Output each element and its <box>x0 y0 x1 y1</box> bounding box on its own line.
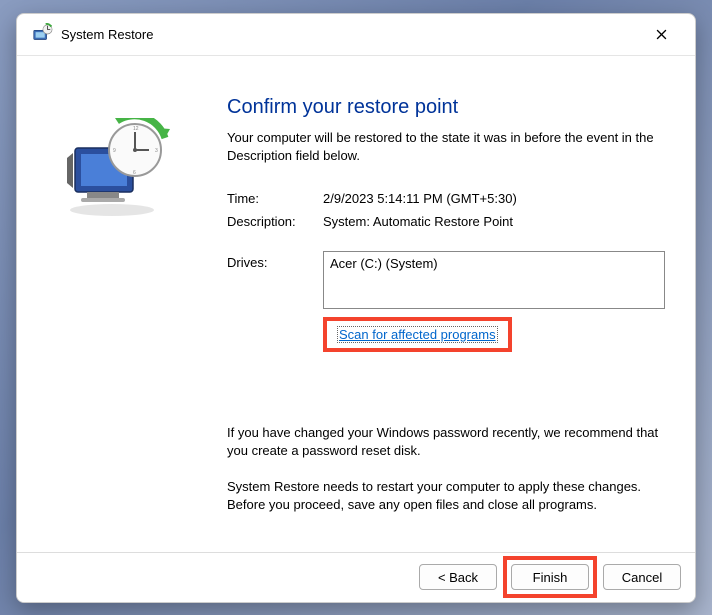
restart-note: System Restore needs to restart your com… <box>227 478 665 514</box>
footer: < Back Finish Cancel <box>17 552 695 602</box>
svg-text:6: 6 <box>133 170 136 176</box>
scan-affected-programs-link[interactable]: Scan for affected programs <box>337 326 498 343</box>
drives-item: Acer (C:) (System) <box>330 256 438 271</box>
description-label: Description: <box>227 214 323 229</box>
sidebar: 12 3 6 9 <box>17 56 217 552</box>
cancel-button[interactable]: Cancel <box>603 564 681 590</box>
svg-text:12: 12 <box>133 126 139 132</box>
time-label: Time: <box>227 191 323 206</box>
system-restore-icon <box>31 23 53 45</box>
back-button[interactable]: < Back <box>419 564 497 590</box>
drives-label: Drives: <box>227 251 323 270</box>
system-restore-window: System Restore <box>16 13 696 603</box>
window-title: System Restore <box>61 27 641 42</box>
drives-listbox[interactable]: Acer (C:) (System) <box>323 251 665 309</box>
password-note: If you have changed your Windows passwor… <box>227 424 665 460</box>
intro-text: Your computer will be restored to the st… <box>227 129 665 165</box>
description-row: Description: System: Automatic Restore P… <box>227 214 665 229</box>
svg-text:3: 3 <box>155 148 158 154</box>
page-heading: Confirm your restore point <box>227 96 665 119</box>
svg-text:9: 9 <box>113 148 116 154</box>
restore-graphic-icon: 12 3 6 9 <box>57 118 177 218</box>
close-button[interactable] <box>641 19 681 49</box>
highlight-annotation-scan: Scan for affected programs <box>323 317 512 352</box>
description-value: System: Automatic Restore Point <box>323 214 665 229</box>
finish-button[interactable]: Finish <box>511 564 589 590</box>
titlebar: System Restore <box>17 14 695 56</box>
highlight-annotation-finish: Finish <box>503 556 597 598</box>
drives-row: Drives: Acer (C:) (System) <box>227 251 665 309</box>
content-area: 12 3 6 9 Confirm your restore point Your… <box>17 56 695 552</box>
time-row: Time: 2/9/2023 5:14:11 PM (GMT+5:30) <box>227 191 665 206</box>
main-panel: Confirm your restore point Your computer… <box>217 56 695 552</box>
time-value: 2/9/2023 5:14:11 PM (GMT+5:30) <box>323 191 665 206</box>
